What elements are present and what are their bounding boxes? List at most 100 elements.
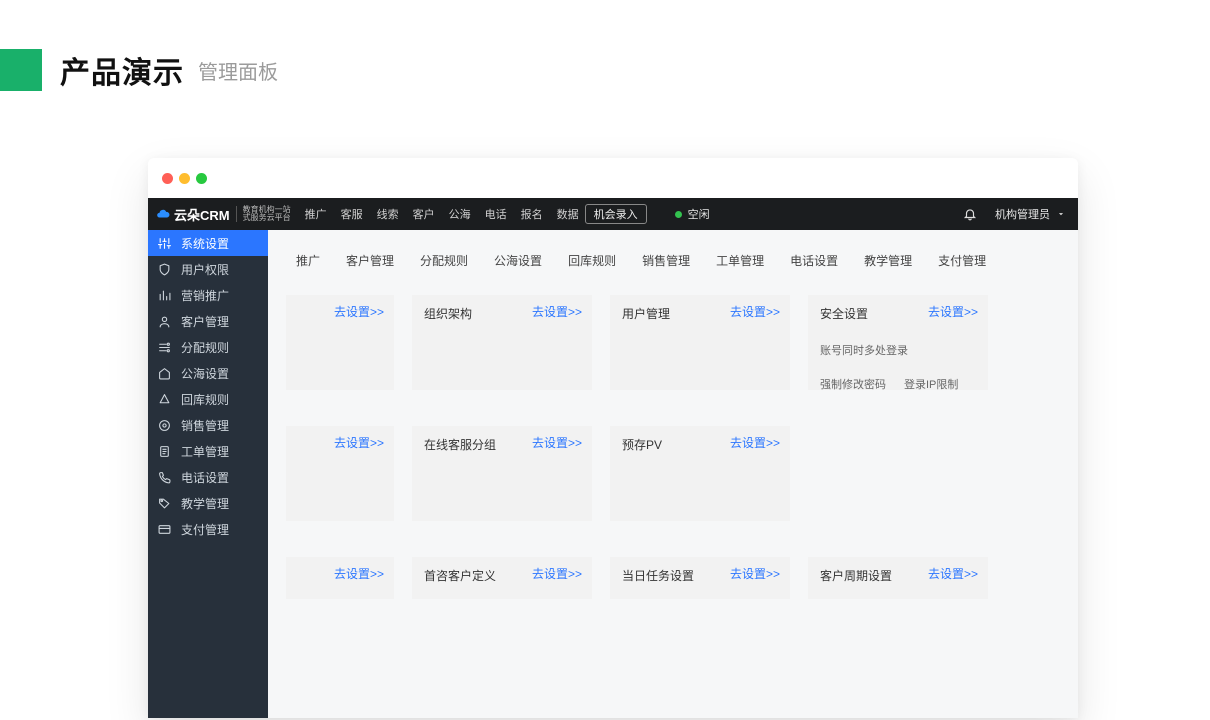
sidebar: 系统设置用户权限营销推广客户管理分配规则公海设置回库规则销售管理工单管理电话设置…: [148, 230, 268, 718]
recycle-icon: [158, 393, 171, 406]
sidebar-item-label: 用户权限: [181, 261, 229, 278]
cards-row-2: 去设置>>首咨客户定义去设置>>当日任务设置去设置>>客户周期设置去设置>>: [286, 557, 1060, 599]
content-tab-3[interactable]: 公海设置: [484, 248, 552, 273]
card-go-settings-link[interactable]: 去设置>>: [730, 434, 780, 451]
setting-card: 去设置>>: [286, 295, 394, 390]
setting-card: 去设置>>: [286, 426, 394, 521]
sidebar-item-label: 教学管理: [181, 495, 229, 512]
content-tab-2[interactable]: 分配规则: [410, 248, 478, 273]
content-tab-7[interactable]: 电话设置: [780, 248, 848, 273]
setting-card: 客户周期设置去设置>>: [808, 557, 988, 599]
opportunity-entry-button[interactable]: 机会录入: [585, 204, 647, 224]
phone-icon: [158, 471, 171, 484]
tag-icon: [158, 497, 171, 510]
status-label: 空闲: [688, 206, 710, 222]
logo-text: 云朵CRM: [174, 205, 230, 224]
sidebar-item-label: 营销推广: [181, 287, 229, 304]
content-tab-0[interactable]: 推广: [286, 248, 330, 273]
sidebar-item-3[interactable]: 客户管理: [148, 308, 268, 334]
content-tabs: 推广客户管理分配规则公海设置回库规则销售管理工单管理电话设置教学管理支付管理: [286, 248, 1060, 273]
topbar: 云朵CRM 教育机构一站式服务云平台 推广客服线索客户公海电话报名数据 机会录入…: [148, 198, 1078, 230]
setting-card: 首咨客户定义去设置>>: [412, 557, 592, 599]
sidebar-item-label: 销售管理: [181, 417, 229, 434]
card-go-settings-link[interactable]: 去设置>>: [928, 565, 978, 582]
card-go-settings-link[interactable]: 去设置>>: [334, 303, 384, 320]
topnav-item-4[interactable]: 公海: [449, 206, 471, 222]
accent-block: [0, 49, 42, 91]
card-subitems: 账号同时多处登录强制修改密码 登录IP限制: [820, 342, 976, 392]
topnav-item-6[interactable]: 报名: [521, 206, 543, 222]
sidebar-item-9[interactable]: 电话设置: [148, 464, 268, 490]
logo-cloud-icon: [156, 207, 170, 221]
card-go-settings-link[interactable]: 去设置>>: [532, 434, 582, 451]
card-subitem: 强制修改密码: [820, 376, 886, 392]
sidebar-item-11[interactable]: 支付管理: [148, 516, 268, 542]
sidebar-item-5[interactable]: 公海设置: [148, 360, 268, 386]
sidebar-item-label: 工单管理: [181, 443, 229, 460]
sidebar-item-2[interactable]: 营销推广: [148, 282, 268, 308]
chevron-down-icon: [1056, 209, 1066, 219]
sidebar-item-label: 支付管理: [181, 521, 229, 538]
window-maximize-dot[interactable]: [196, 173, 207, 184]
card-go-settings-link[interactable]: 去设置>>: [730, 303, 780, 320]
person-icon: [158, 315, 171, 328]
page-title: 产品演示: [60, 48, 184, 92]
card-icon: [158, 523, 171, 536]
window-minimize-dot[interactable]: [179, 173, 190, 184]
topnav-item-2[interactable]: 线索: [377, 206, 399, 222]
chart-icon: [158, 289, 171, 302]
topnav-item-7[interactable]: 数据: [557, 206, 579, 222]
headset-icon: [158, 419, 171, 432]
user-role-dropdown[interactable]: 机构管理员: [995, 206, 1066, 222]
setting-card: 去设置>>: [286, 557, 394, 599]
topnav-item-0[interactable]: 推广: [305, 206, 327, 222]
top-nav: 推广客服线索客户公海电话报名数据: [305, 206, 579, 222]
card-go-settings-link[interactable]: 去设置>>: [532, 303, 582, 320]
setting-card: 组织架构去设置>>: [412, 295, 592, 390]
setting-card: 用户管理去设置>>: [610, 295, 790, 390]
content-area: 推广客户管理分配规则公海设置回库规则销售管理工单管理电话设置教学管理支付管理 去…: [268, 230, 1078, 718]
card-go-settings-link[interactable]: 去设置>>: [928, 303, 978, 320]
page-subtitle: 管理面板: [198, 56, 278, 85]
topnav-item-5[interactable]: 电话: [485, 206, 507, 222]
sidebar-item-7[interactable]: 销售管理: [148, 412, 268, 438]
card-go-settings-link[interactable]: 去设置>>: [334, 565, 384, 582]
content-tab-6[interactable]: 工单管理: [706, 248, 774, 273]
cards-row-1: 去设置>>在线客服分组去设置>>预存PV去设置>>: [286, 426, 1060, 521]
flow-icon: [158, 341, 171, 354]
setting-card: 当日任务设置去设置>>: [610, 557, 790, 599]
content-tab-5[interactable]: 销售管理: [632, 248, 700, 273]
sidebar-item-label: 电话设置: [181, 469, 229, 486]
card-go-settings-link[interactable]: 去设置>>: [730, 565, 780, 582]
card-subitem: 登录IP限制: [904, 376, 958, 392]
setting-card: 预存PV去设置>>: [610, 426, 790, 521]
sidebar-item-8[interactable]: 工单管理: [148, 438, 268, 464]
logo-subtitle: 教育机构一站式服务云平台: [236, 206, 291, 223]
sidebar-item-1[interactable]: 用户权限: [148, 256, 268, 282]
topnav-item-3[interactable]: 客户: [413, 206, 435, 222]
card-go-settings-link[interactable]: 去设置>>: [532, 565, 582, 582]
sidebar-item-label: 客户管理: [181, 313, 229, 330]
sidebar-item-0[interactable]: 系统设置: [148, 230, 268, 256]
sidebar-item-label: 回库规则: [181, 391, 229, 408]
sidebar-item-10[interactable]: 教学管理: [148, 490, 268, 516]
shield-icon: [158, 263, 171, 276]
topnav-item-1[interactable]: 客服: [341, 206, 363, 222]
card-subitem: 账号同时多处登录: [820, 342, 908, 358]
sidebar-item-4[interactable]: 分配规则: [148, 334, 268, 360]
content-tab-8[interactable]: 教学管理: [854, 248, 922, 273]
setting-card: 在线客服分组去设置>>: [412, 426, 592, 521]
content-tab-4[interactable]: 回库规则: [558, 248, 626, 273]
setting-card: 安全设置去设置>>账号同时多处登录强制修改密码登录IP限制: [808, 295, 988, 390]
sidebar-item-label: 系统设置: [181, 235, 229, 252]
house-icon: [158, 367, 171, 380]
content-tab-1[interactable]: 客户管理: [336, 248, 404, 273]
content-tab-9[interactable]: 支付管理: [928, 248, 996, 273]
doc-icon: [158, 445, 171, 458]
sidebar-item-label: 分配规则: [181, 339, 229, 356]
window-titlebar: [148, 158, 1078, 198]
bell-icon[interactable]: [963, 207, 977, 221]
card-go-settings-link[interactable]: 去设置>>: [334, 434, 384, 451]
sidebar-item-6[interactable]: 回库规则: [148, 386, 268, 412]
window-close-dot[interactable]: [162, 173, 173, 184]
